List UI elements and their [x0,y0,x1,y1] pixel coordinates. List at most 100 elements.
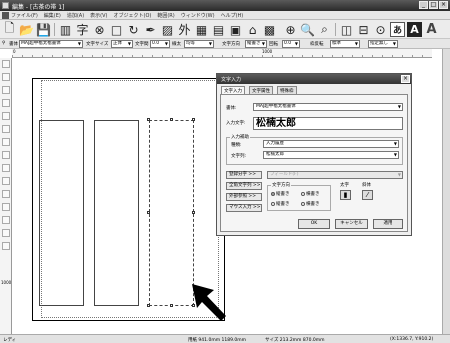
tool-icon[interactable] [2,242,10,250]
print-icon[interactable]: ▣ [228,22,243,37]
font-label: 書体 [9,42,18,47]
globe-icon[interactable]: ⊕ [283,22,298,37]
slant-icon[interactable]: ⁄ [362,190,373,200]
line-spacing-select[interactable]: 均等 [184,40,214,48]
resize-handle[interactable] [147,118,150,121]
input-text-field[interactable]: 松楠太郎 [253,117,403,130]
resize-handle[interactable] [170,304,173,307]
tab-text-attributes[interactable]: 文字属性 [249,86,273,94]
selected-text-frame[interactable] [149,120,194,306]
designate-select[interactable]: 指定無し [368,40,398,48]
tab-special-frame[interactable]: 特殊枠 [277,86,297,94]
external-reference-button[interactable]: 外部参照 >> [226,193,262,201]
register-char-button[interactable]: 登録分字 >> [226,171,262,179]
building-icon[interactable]: ⌂ [245,22,260,37]
main-toolbar: 🗋 📂 💾 ▥ 字 ⊗ □ ↻ ✒ ▨ 外 ▦ ▤ ▣ ⌂ ▩ ⊕ 🔍 ⌕ ◫ … [0,20,450,39]
tool-icon[interactable] [2,190,10,198]
new-file-icon[interactable]: 🗋 [2,21,17,37]
document-icon[interactable] [2,11,9,19]
letter-a-icon[interactable]: A [407,22,422,37]
format-bar: ⚲ 書体 MAJ超中楷太楷書体 文字サイズ 正体 文字間 0.0 線太 均等 文… [0,39,450,49]
mouse-input-button[interactable]: マウス入力 >> [226,204,262,212]
horizontal-radio-2[interactable]: 横書き [301,201,320,207]
text-tool-icon[interactable]: 字 [75,22,90,37]
string-select[interactable]: 松楠太郎 [263,151,399,159]
zoom-icon[interactable]: 🔍 [300,22,315,37]
open-folder-icon[interactable]: 📂 [19,22,34,37]
menu-add[interactable]: 追加(A) [67,12,84,19]
tool-icon[interactable] [2,86,10,94]
close-button[interactable]: × [439,1,448,9]
cancel-button[interactable]: キャンセル [335,219,368,229]
tool-icon[interactable] [2,125,10,133]
layout-icon[interactable]: ▥ [58,22,73,37]
external-icon[interactable]: 外 [177,22,192,37]
rectangle-icon[interactable]: □ [109,22,124,37]
menu-object[interactable]: オブジェクト(O) [114,12,152,19]
tool-icon[interactable] [2,177,10,185]
resize-handle[interactable] [147,304,150,307]
outline-a-icon[interactable]: A [424,22,439,37]
text-spacing-label: 文字間 [135,42,149,47]
vertical-radio-2[interactable]: 縦書き [271,201,290,207]
menu-window[interactable]: ウィンドウ(W) [181,12,215,19]
minimize-button[interactable]: _ [419,1,428,9]
resize-handle[interactable] [192,118,195,121]
fullwidth-string-button[interactable]: 全角文字列 >> [226,182,262,190]
text-spacing-select[interactable]: 0.0 [150,40,170,48]
target-icon[interactable]: ⊗ [92,22,107,37]
rotation-select[interactable]: 0.0 [282,40,300,48]
horizontal-radio[interactable]: 横書き [301,191,320,197]
menu-help[interactable]: ヘルプ(H) [221,12,244,19]
bold-icon[interactable]: ▮ [340,190,351,200]
tool-icon[interactable] [2,229,10,237]
menu-file[interactable]: ファイル(F) [11,12,38,19]
type-select[interactable]: 入力履歴 [263,140,399,148]
tool-icon[interactable] [2,164,10,172]
image-icon[interactable]: ▨ [160,22,175,37]
tool-icon[interactable] [2,73,10,81]
table-icon[interactable]: ▦ [194,22,209,37]
text-frame[interactable] [94,120,139,306]
pen-icon[interactable]: ✒ [143,22,158,37]
vertical-scrollbar[interactable] [442,49,450,334]
frame-invert-select[interactable]: 標準 [330,40,360,48]
ruler-label: 1000 [262,49,273,54]
tool-icon[interactable] [2,203,10,211]
tool-icon[interactable] [2,112,10,120]
font-select[interactable]: MAJ超中楷太楷書体 [19,40,83,48]
vertical-radio[interactable]: 縦書き [271,191,290,197]
menu-edit[interactable]: 編集(E) [44,12,61,19]
grid-icon[interactable]: ▤ [211,22,226,37]
tool-icon[interactable] [2,99,10,107]
text-frame[interactable] [39,120,84,306]
resize-handle[interactable] [170,118,173,121]
menu-range[interactable]: 範囲(R) [157,12,174,19]
check-icon[interactable]: ⊙ [373,22,388,37]
tool-icon[interactable] [2,138,10,146]
resize-handle[interactable] [147,211,150,214]
tool-icon[interactable] [2,151,10,159]
resize-handle[interactable] [192,211,195,214]
window-icon[interactable]: ◫ [339,22,354,37]
dialog-font-select[interactable]: MAJ超中楷太楷書体 [253,103,403,111]
find-icon[interactable]: ⌕ [317,22,332,37]
tool-icon[interactable] [2,60,10,68]
rotate-icon[interactable]: ↻ [126,22,141,37]
ruler-icon[interactable]: ▩ [262,22,277,37]
apply-button[interactable]: 適用 [373,219,403,229]
maximize-button[interactable]: □ [429,1,438,9]
ok-button[interactable]: OK [298,219,330,229]
tool-icon[interactable] [2,216,10,224]
status-paper-size: 用紙 941.0mm 1189.0mm [188,338,247,343]
panel-icon[interactable]: ⊟ [356,22,371,37]
text-direction-select[interactable]: 縦書き [245,40,267,48]
text-size-label: 文字サイズ [86,42,109,47]
save-icon[interactable]: 💾 [36,22,51,37]
text-size-select[interactable]: 正体 [111,40,133,48]
format-pin-icon: ⚲ [2,41,6,46]
menu-view[interactable]: 表示(V) [90,12,107,19]
text-direction-label: 文字方向 [222,42,240,47]
hiragana-icon[interactable]: あ [390,22,405,37]
dialog-close-button[interactable]: × [401,75,410,83]
